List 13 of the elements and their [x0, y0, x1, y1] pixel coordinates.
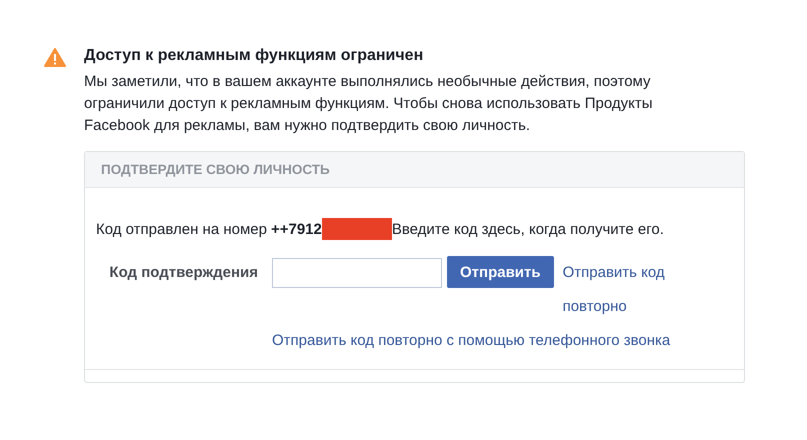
call-link[interactable]: Отправить код повторно с помощью телефонного звонка [272, 332, 670, 349]
field-label: Код подтверждения [108, 263, 258, 283]
redaction-bar [322, 218, 392, 240]
code-input-field[interactable] [272, 258, 442, 288]
warning-icon [44, 48, 66, 67]
notice-title: Доступ к рекламным функциям ограничен [84, 46, 424, 66]
notice-text: Мы заметили, что в вашем аккаунте выполнялись необычные действия, поэтому ограничили доступ к рекламным функциям. Чтобы снова использовать Продукты Facebook для рекламы, вам нужно подтвердить свою личность. [84, 72, 654, 136]
message-text: Код отправлен на номер [96, 220, 267, 238]
phone-number: ++7912 [270, 220, 322, 238]
card-header: ПОДТВЕРДИТЕ СВОЮ ЛИЧНОСТЬ [85, 152, 744, 188]
submit-button[interactable]: Отправить [447, 256, 554, 288]
resend-link[interactable]: Отправить код повторно [562, 256, 688, 324]
message-text: Введите код здесь, когда получите его. [392, 220, 664, 238]
